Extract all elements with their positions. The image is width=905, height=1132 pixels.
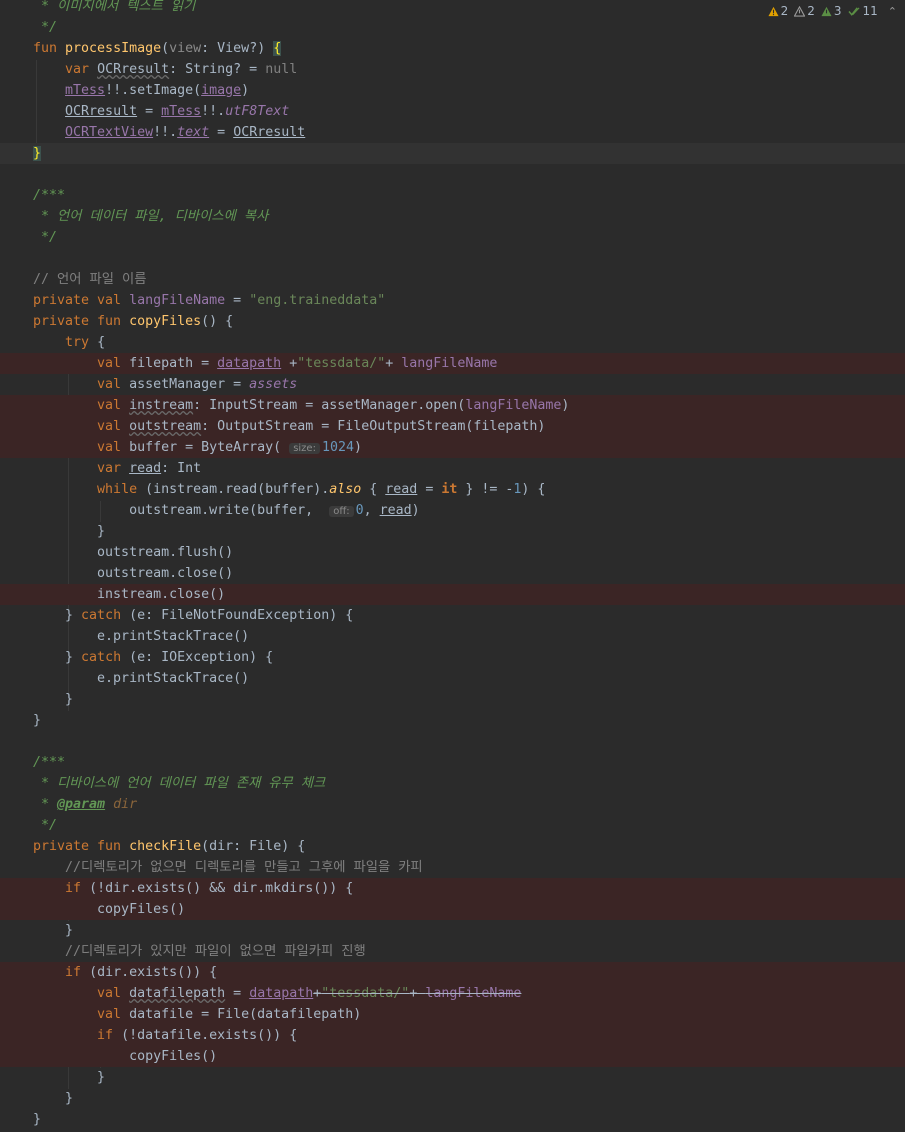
code-line: */ [33,230,58,245]
code-line-error: val filepath = datapath +"tessdata/"+ la… [0,353,905,374]
code-line: } [33,1070,106,1085]
code-line-error: if (!datafile.exists()) { [0,1025,905,1046]
code-line: } [33,923,74,938]
code-line-error: copyFiles() [0,1046,905,1067]
code-line: val assetManager = assets [97,377,298,392]
weak-warning-icon [821,6,832,16]
code-line: //디렉토리가 없으면 디렉토리를 만들고 그후에 파일을 카피 [65,860,423,875]
code-line-error: val outstream: OutputStream = FileOutput… [0,416,905,437]
code-line: OCRresult = mTess!!.utF8Text [65,104,290,119]
code-line: OCRTextView!!.text = OCRresult [65,125,306,140]
code-line: var read: Int [97,461,202,476]
code-line-error: instream.close() [0,584,905,605]
code-line-error: if (!dir.exists() && dir.mkdirs()) { [0,878,905,899]
code-line: /*** [33,755,66,770]
code-editor[interactable]: 2 2 3 11 ⌃ * 이미지에서 텍스트 읽기 */ fun process… [0,0,905,1132]
code-line: mTess!!.setImage(image) [65,83,250,98]
code-line: private fun copyFiles() { [33,314,234,329]
code-line: } [33,1091,74,1106]
code-line: */ [33,20,58,35]
code-line: fun processImage(view: View?) { [33,41,282,56]
code-line: outstream.close() [33,566,234,581]
code-line: /*** [33,188,66,203]
code-line: * 언어 데이터 파일, 디바이스에 복사 [33,209,269,224]
code-line: try { [65,335,106,350]
code-line: } catch (e: IOException) { [33,650,274,665]
warning-icon [794,5,806,17]
typo-count[interactable]: 11 [847,4,878,18]
code-line: //디렉토리가 있지만 파일이 없으면 파일카피 진행 [65,944,366,959]
code-line-current: } [0,143,905,164]
code-line-error: val buffer = ByteArray( size: 1024) [0,437,905,458]
code-line: e.printStackTrace() [33,629,250,644]
code-line: // 언어 파일 이름 [33,272,147,287]
typo-icon [847,6,859,16]
code-line: var OCRresult: String? = null [65,62,298,77]
code-line: outstream.flush() [33,545,234,560]
code-line: while (instream.read(buffer).also { read… [97,482,546,497]
error-icon [768,6,779,16]
code-line: */ [33,818,58,833]
code-line: * @param dir [33,797,138,812]
code-line-error: if (dir.exists()) { [0,962,905,983]
inspection-widget[interactable]: 2 2 3 11 ⌃ [768,2,897,20]
error-count[interactable]: 2 [768,4,788,18]
code-line: } [33,692,74,707]
code-line-error: val datafilepath = datapath+"tessdata/"+… [0,983,905,1004]
code-line-error: copyFiles() [0,899,905,920]
chevron-up-icon[interactable]: ⌃ [888,5,897,18]
code-line: private val langFileName = "eng.trainedd… [33,293,386,308]
warning-count[interactable]: 2 [794,4,815,18]
code-line: private fun checkFile(dir: File) { [33,839,306,854]
code-line-error: val instream: InputStream = assetManager… [0,395,905,416]
code-line: } [33,524,106,539]
code-line: e.printStackTrace() [33,671,250,686]
code-line-error: val datafile = File(datafilepath) [0,1004,905,1025]
code-line: } catch (e: FileNotFoundException) { [33,608,354,623]
code-line: } [33,1112,42,1127]
code-line: } [33,713,42,728]
weak-warning-count[interactable]: 3 [821,4,842,18]
code-line: * 디바이스에 언어 데이터 파일 존재 유무 체크 [33,776,326,791]
code-line: outstream.write(buffer, off: 0, read) [33,503,420,518]
